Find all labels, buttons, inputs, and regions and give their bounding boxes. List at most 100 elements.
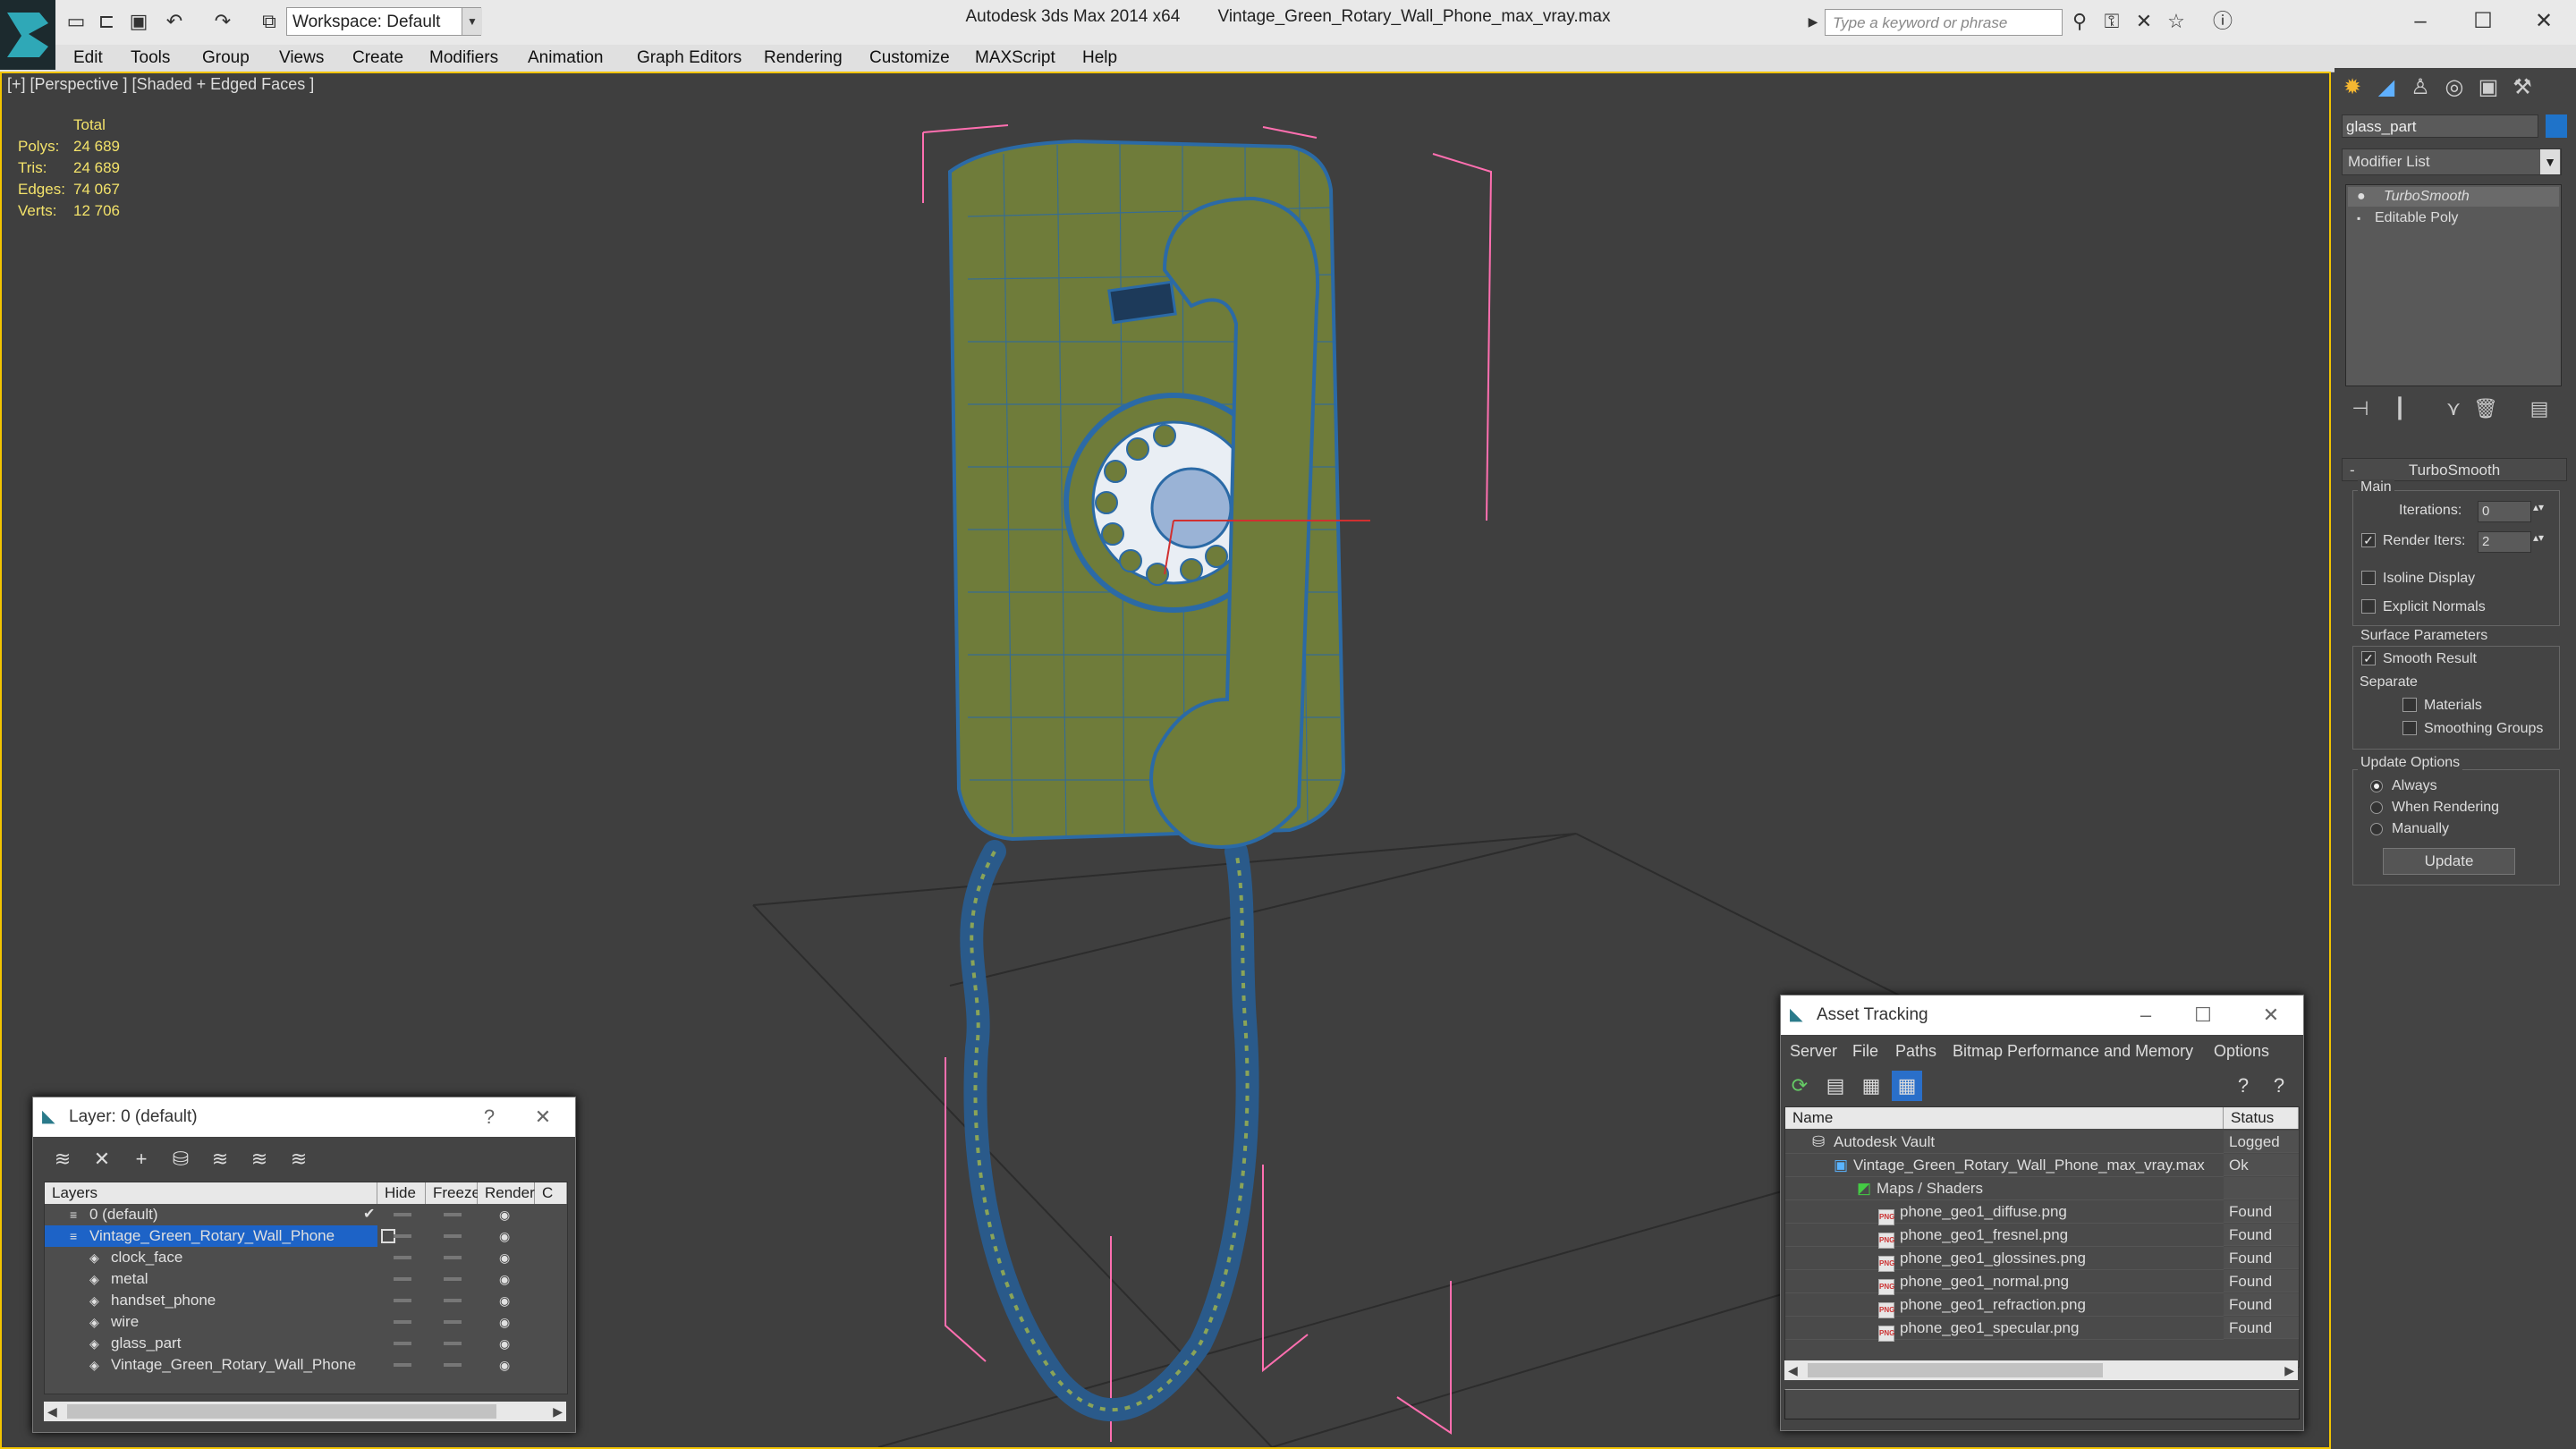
object-row[interactable]: ◈ Vintage_Green_Rotary_Wall_Phone — [45, 1354, 377, 1376]
redo-icon[interactable]: ↷ — [209, 9, 236, 34]
binoculars-icon[interactable]: ⚲ — [2066, 9, 2093, 34]
add-to-layer-icon[interactable]: + — [126, 1144, 157, 1174]
new-file-icon[interactable]: ▭ — [63, 9, 89, 34]
smooth-result-checkbox[interactable]: ✓ — [2361, 651, 2376, 665]
menu-maxscript[interactable]: MAXScript — [975, 48, 1055, 68]
freeze-toggle[interactable] — [444, 1299, 462, 1302]
horizontal-scrollbar[interactable]: ◀ ▶ — [44, 1402, 566, 1421]
menu-bitmap-performance[interactable]: Bitmap Performance and Memory — [1953, 1042, 2193, 1061]
asset-horizontal-scrollbar[interactable]: ◀ ▶ — [1784, 1360, 2298, 1380]
freeze-toggle[interactable] — [444, 1213, 462, 1216]
asset-row[interactable]: PNG phone_geo1_specular.png — [1785, 1317, 2224, 1342]
render-teapot-icon[interactable]: ◉ — [499, 1268, 517, 1290]
maximize-icon[interactable]: ☐ — [2456, 4, 2510, 39]
spinner-arrows-icon[interactable]: ▴▾ — [2533, 501, 2544, 513]
modify-tab-icon[interactable]: ◢ — [2370, 72, 2402, 104]
freeze-toggle[interactable] — [444, 1234, 462, 1238]
render-teapot-icon[interactable]: ◉ — [499, 1247, 517, 1268]
select-in-layer-icon[interactable]: ⛁ — [165, 1144, 196, 1174]
list-view-icon[interactable]: ▤ — [1820, 1071, 1851, 1101]
menu-views[interactable]: Views — [279, 48, 324, 68]
modifier-list-select[interactable]: Modifier List — [2342, 148, 2562, 175]
asset-row[interactable]: ◩ Maps / Shaders — [1785, 1177, 2224, 1200]
create-layer-icon[interactable]: ≋ — [47, 1144, 78, 1174]
always-radio[interactable] — [2370, 780, 2383, 792]
freeze-toggle[interactable] — [444, 1342, 462, 1345]
open-file-icon[interactable]: ⊏ — [93, 9, 120, 34]
render-iters-spinner[interactable]: 2 — [2478, 531, 2531, 553]
menu-animation[interactable]: Animation — [528, 48, 604, 68]
active-layer-check-icon[interactable]: ✔ — [363, 1204, 375, 1225]
update-button[interactable]: Update — [2383, 848, 2515, 875]
delete-layer-icon[interactable]: ✕ — [87, 1144, 117, 1174]
menu-server[interactable]: Server — [1790, 1042, 1837, 1061]
close-icon[interactable]: ✕ — [2517, 4, 2571, 39]
freeze-toggle[interactable] — [444, 1363, 462, 1367]
column-header-status[interactable]: Status — [2224, 1107, 2299, 1129]
asset-row[interactable]: PNG phone_geo1_diffuse.png — [1785, 1200, 2224, 1225]
render-teapot-icon[interactable]: ◉ — [499, 1311, 517, 1333]
asset-row[interactable]: PNG phone_geo1_fresnel.png — [1785, 1224, 2224, 1249]
scrollbar-thumb[interactable] — [1808, 1363, 2103, 1377]
app-logo-button[interactable] — [0, 0, 55, 70]
chevron-down-icon[interactable]: ▼ — [2540, 149, 2560, 174]
object-name-field[interactable]: glass_part — [2342, 114, 2538, 138]
subscription-icon[interactable]: ⚿ — [2098, 9, 2125, 34]
maximize-icon[interactable]: ☐ — [2185, 996, 2221, 1035]
layer-row[interactable]: ≡ 0 (default) ✔ — [45, 1204, 567, 1225]
column-header-hide[interactable]: Hide — [377, 1182, 426, 1204]
layer-row-selected[interactable]: ≡ Vintage_Green_Rotary_Wall_Phone — [45, 1225, 377, 1247]
asset-row[interactable]: ⛁ Autodesk Vault — [1785, 1131, 2224, 1154]
hide-toggle[interactable] — [394, 1299, 411, 1302]
scroll-right-icon[interactable]: ▶ — [2284, 1360, 2294, 1380]
asset-path-field[interactable] — [1784, 1389, 2300, 1419]
column-header-freeze[interactable]: Freeze — [426, 1182, 480, 1204]
favorites-star-icon[interactable]: ☆ — [2163, 9, 2190, 34]
hide-toggle[interactable] — [394, 1363, 411, 1367]
asset-row[interactable]: PNG phone_geo1_normal.png — [1785, 1270, 2224, 1295]
hide-all-layers-icon[interactable]: ≋ — [244, 1144, 275, 1174]
asset-help-icon[interactable]: ? — [2228, 1071, 2258, 1101]
display-tab-icon[interactable]: ▣ — [2472, 72, 2504, 104]
menu-paths[interactable]: Paths — [1895, 1042, 1936, 1061]
collapse-icon[interactable]: - — [2350, 459, 2355, 482]
menu-group[interactable]: Group — [202, 48, 250, 68]
menu-customize[interactable]: Customize — [869, 48, 950, 68]
details-view-icon[interactable]: ▦ — [1856, 1071, 1886, 1101]
render-teapot-icon[interactable]: ◉ — [499, 1225, 517, 1247]
undo-icon[interactable]: ↶ — [161, 9, 188, 34]
chevron-down-icon[interactable]: ▼ — [462, 8, 482, 35]
help-icon[interactable]: ⓘ — [2209, 9, 2236, 34]
smoothing-groups-checkbox[interactable] — [2402, 721, 2417, 735]
spinner-arrows-icon[interactable]: ▴▾ — [2533, 531, 2544, 544]
render-teapot-icon[interactable]: ◉ — [499, 1354, 517, 1376]
hide-toggle[interactable] — [394, 1234, 411, 1238]
render-teapot-icon[interactable]: ◉ — [499, 1333, 517, 1354]
menu-edit[interactable]: Edit — [73, 48, 103, 68]
hide-toggle[interactable] — [394, 1256, 411, 1259]
scroll-right-icon[interactable]: ▶ — [553, 1402, 563, 1421]
search-input[interactable]: Type a keyword or phrase — [1825, 9, 2063, 36]
expand-plus-icon[interactable]: ▪ — [2357, 208, 2360, 228]
utilities-tab-icon[interactable]: ⚒ — [2506, 72, 2538, 104]
make-current-checkbox[interactable] — [377, 1225, 395, 1247]
column-header-layers[interactable]: Layers — [45, 1182, 377, 1204]
object-row[interactable]: ◈ glass_part — [45, 1333, 377, 1354]
freeze-toggle[interactable] — [444, 1256, 462, 1259]
show-end-result-icon[interactable]: ┃ — [2385, 394, 2415, 424]
configure-sets-icon[interactable]: ▤ — [2524, 394, 2555, 424]
pin-stack-icon[interactable]: ⊣ — [2345, 394, 2376, 424]
hide-toggle[interactable] — [394, 1277, 411, 1281]
remove-modifier-icon[interactable]: 🗑 — [2470, 394, 2501, 424]
hide-toggle[interactable] — [394, 1342, 411, 1345]
column-header-render[interactable]: Render — [478, 1182, 535, 1204]
menu-tools[interactable]: Tools — [131, 48, 170, 68]
hide-toggle[interactable] — [394, 1213, 411, 1216]
menu-file[interactable]: File — [1852, 1042, 1878, 1061]
menu-options[interactable]: Options — [2214, 1042, 2269, 1061]
asset-info-icon[interactable]: ? — [2264, 1071, 2294, 1101]
object-color-swatch[interactable] — [2546, 114, 2567, 138]
stack-item-turbosmooth[interactable]: ● TurboSmooth — [2348, 187, 2559, 207]
menu-graph-editors[interactable]: Graph Editors — [637, 48, 741, 68]
minimize-icon[interactable]: – — [2128, 996, 2164, 1035]
